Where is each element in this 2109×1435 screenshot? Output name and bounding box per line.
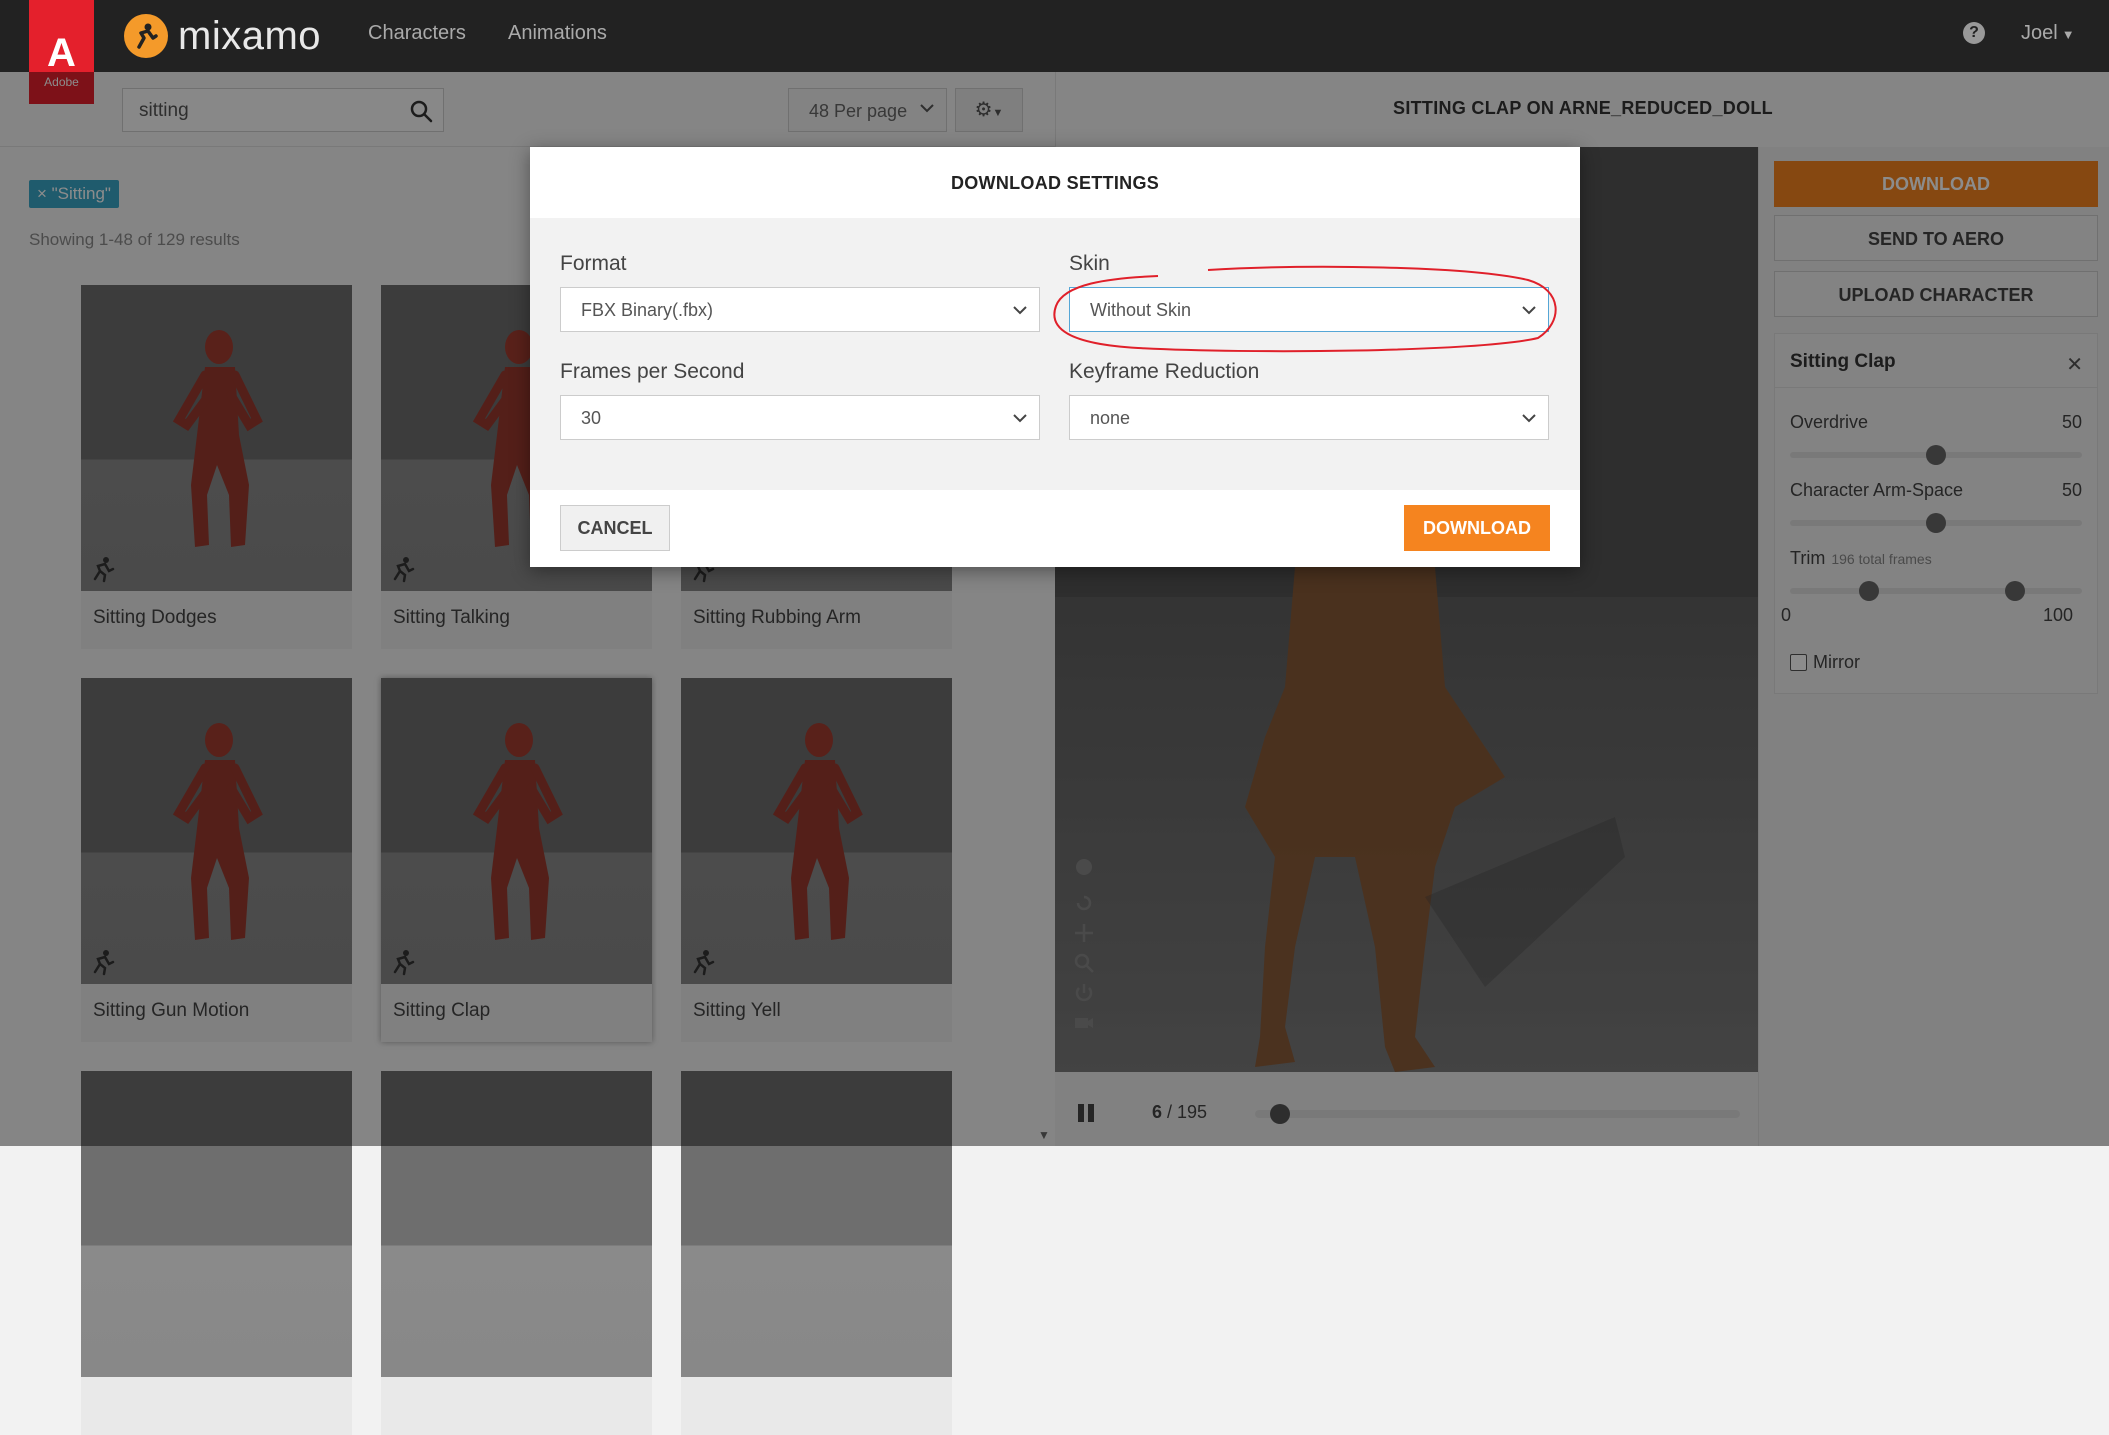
format-label: Format (560, 252, 627, 275)
download-settings-modal: DOWNLOAD SETTINGS Format FBX Binary(.fbx… (530, 147, 1580, 567)
chevron-down-icon (1013, 306, 1027, 315)
format-value: FBX Binary(.fbx) (581, 300, 714, 320)
nav-animations[interactable]: Animations (508, 22, 607, 45)
adobe-a-icon: A (47, 31, 76, 75)
caret-down-icon: ▼ (2061, 27, 2075, 42)
skin-label: Skin (1069, 252, 1110, 275)
format-select[interactable]: FBX Binary(.fbx) (560, 287, 1040, 332)
fps-field: Frames per Second 30 (560, 360, 1040, 440)
mixamo-brand[interactable]: mixamo (124, 8, 321, 64)
fps-value: 30 (581, 408, 602, 428)
keyframe-reduction-field: Keyframe Reduction none (1069, 360, 1549, 440)
user-name: Joel (2021, 22, 2058, 44)
skin-select[interactable]: Without Skin (1069, 287, 1549, 332)
modal-download-button[interactable]: DOWNLOAD (1404, 505, 1550, 551)
brand-name: mixamo (178, 13, 322, 58)
fps-select[interactable]: 30 (560, 395, 1040, 440)
mixamo-logo-icon (124, 14, 168, 58)
help-icon[interactable]: ? (1963, 22, 1985, 44)
chevron-down-icon (1522, 306, 1536, 315)
chevron-down-icon (1013, 414, 1027, 423)
user-menu[interactable]: Joel ▼ (2021, 22, 2075, 45)
format-field: Format FBX Binary(.fbx) (560, 252, 1040, 332)
cancel-button[interactable]: CANCEL (560, 505, 670, 551)
skin-field: Skin Without Skin (1069, 252, 1549, 332)
keyframe-reduction-select[interactable]: none (1069, 395, 1549, 440)
modal-header: DOWNLOAD SETTINGS (530, 147, 1580, 218)
skin-value: Without Skin (1090, 300, 1192, 320)
keyframe-reduction-label: Keyframe Reduction (1069, 360, 1260, 383)
top-bar: mixamo Characters Animations ? Joel ▼ (0, 0, 2109, 72)
fps-label: Frames per Second (560, 360, 745, 383)
chevron-down-icon (1522, 414, 1536, 423)
modal-title: DOWNLOAD SETTINGS (950, 173, 1160, 193)
nav-characters[interactable]: Characters (368, 22, 466, 45)
keyframe-reduction-value: none (1090, 408, 1131, 428)
modal-footer: CANCEL DOWNLOAD (530, 490, 1580, 567)
